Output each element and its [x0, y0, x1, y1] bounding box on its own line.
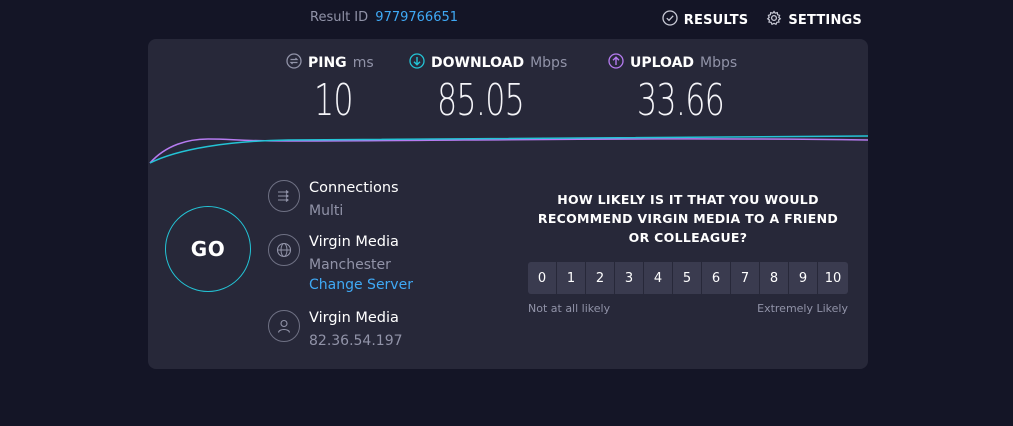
server-title: Virgin Media — [309, 234, 399, 250]
upload-arrow-icon — [608, 53, 624, 73]
settings-label: SETTINGS — [788, 12, 862, 28]
download-unit: Mbps — [530, 55, 568, 71]
ping-metric: PING ms 10 — [286, 53, 374, 123]
upload-unit: Mbps — [700, 55, 738, 71]
download-value: 85.05 — [437, 75, 525, 126]
ping-icon — [286, 53, 302, 73]
settings-button[interactable]: SETTINGS — [766, 10, 862, 30]
download-arrow-icon — [409, 53, 425, 73]
rating-option-2[interactable]: 2 — [586, 262, 614, 294]
ping-value: 10 — [314, 75, 354, 126]
go-button[interactable]: GO — [165, 206, 251, 292]
survey-question: HOW LIKELY IS IT THAT YOU WOULD RECOMMEN… — [537, 192, 839, 245]
change-server-link[interactable]: Change Server — [309, 277, 413, 293]
rating-option-6[interactable]: 6 — [702, 262, 730, 294]
upload-label: UPLOAD — [630, 55, 695, 71]
result-id-bar: Result ID 9779766651 — [310, 10, 458, 25]
download-label: DOWNLOAD — [431, 55, 525, 71]
rating-option-9[interactable]: 9 — [789, 262, 817, 294]
metrics-row: PING ms 10 DOWNLOAD Mbps 85.05 UPLOAD Mb… — [148, 53, 868, 133]
rating-option-10[interactable]: 10 — [818, 262, 848, 294]
recommend-survey: HOW LIKELY IS IT THAT YOU WOULD RECOMMEN… — [528, 190, 848, 315]
upload-metric: UPLOAD Mbps 33.66 — [608, 53, 758, 123]
rating-option-8[interactable]: 8 — [760, 262, 788, 294]
connections-value: Multi — [309, 203, 344, 219]
rating-option-5[interactable]: 5 — [673, 262, 701, 294]
upload-value: 33.66 — [637, 75, 725, 126]
speed-graph — [149, 135, 868, 164]
server-location: Manchester — [309, 257, 391, 273]
ping-unit: ms — [352, 55, 374, 71]
connections-icon — [268, 180, 300, 212]
user-icon — [268, 310, 300, 342]
download-metric: DOWNLOAD Mbps 85.05 — [409, 53, 567, 123]
result-id-link[interactable]: 9779766651 — [375, 10, 458, 25]
rating-option-7[interactable]: 7 — [731, 262, 759, 294]
results-label: RESULTS — [683, 12, 749, 28]
scale-low-label: Not at all likely — [528, 302, 611, 315]
rating-option-4[interactable]: 4 — [644, 262, 672, 294]
gear-icon — [766, 10, 782, 30]
result-card: PING ms 10 DOWNLOAD Mbps 85.05 UPLOAD Mb… — [148, 39, 868, 369]
isp-ip: 82.36.54.197 — [309, 333, 403, 349]
connections-title: Connections — [309, 180, 399, 196]
speedtest-page: Result ID 9779766651 RESULTS SETTINGS PI… — [0, 0, 1013, 426]
rating-option-0[interactable]: 0 — [528, 262, 556, 294]
upload-graph-line — [149, 138, 868, 164]
globe-icon — [268, 234, 300, 266]
scale-high-label: Extremely Likely — [757, 302, 848, 315]
result-id-label: Result ID — [310, 10, 369, 25]
rating-option-1[interactable]: 1 — [557, 262, 585, 294]
results-button[interactable]: RESULTS — [662, 10, 749, 30]
isp-title: Virgin Media — [309, 310, 399, 326]
rating-option-3[interactable]: 3 — [615, 262, 643, 294]
scale-labels: Not at all likely Extremely Likely — [528, 302, 848, 315]
top-nav: RESULTS SETTINGS — [662, 10, 862, 30]
ping-label: PING — [308, 55, 347, 71]
rating-scale: 0 1 2 3 4 5 6 7 8 9 10 — [528, 262, 848, 294]
check-circle-icon — [662, 10, 678, 30]
